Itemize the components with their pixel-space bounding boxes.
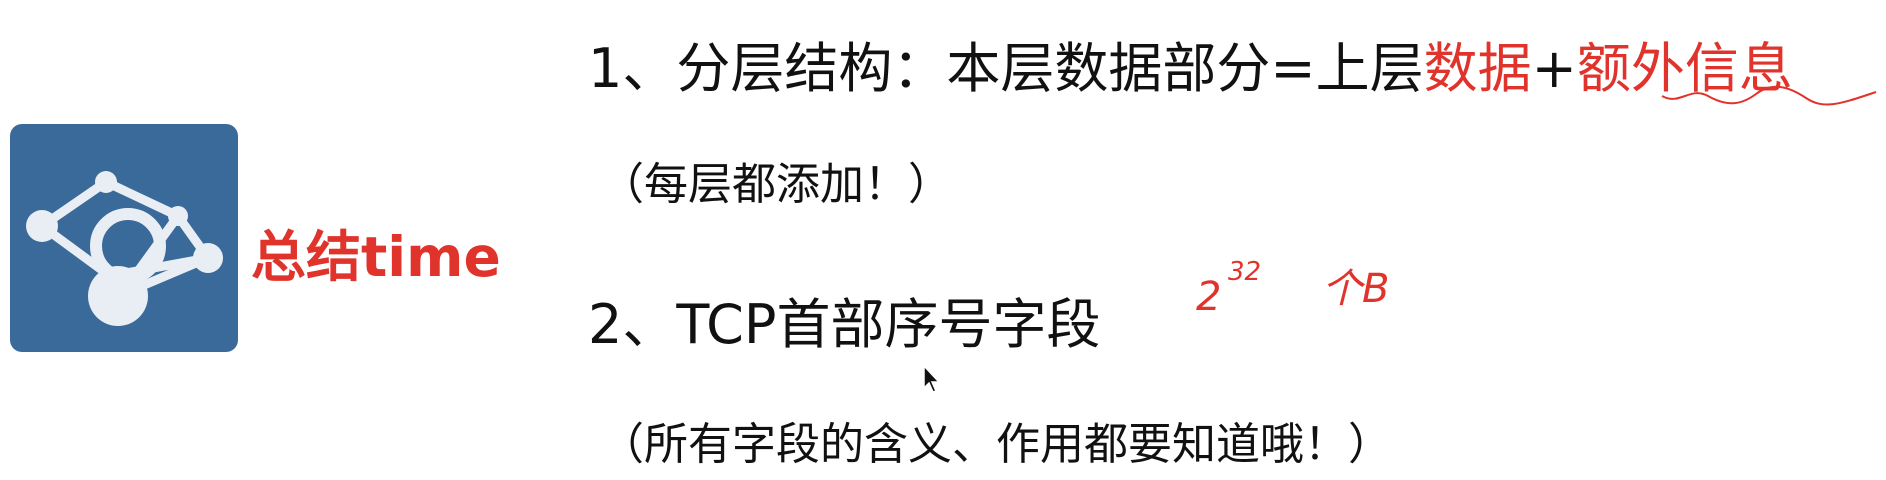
point-1-text: 分层结构：本层数据部分=上层 bbox=[676, 37, 1424, 100]
summary-title: 总结time bbox=[251, 225, 501, 289]
point-2-number: 2、 bbox=[588, 293, 677, 356]
network-graph-icon bbox=[26, 171, 223, 326]
annotation-base: 2 bbox=[1196, 274, 1221, 320]
mouse-cursor-icon bbox=[923, 364, 941, 393]
point-1-plus: + bbox=[1531, 37, 1577, 100]
point-1-heading: 1、分层结构：本层数据部分=上层数据+额外信息 bbox=[588, 24, 1793, 103]
point-2-heading: 2、TCP首部序号字段 bbox=[588, 280, 1100, 359]
point-1-note: （每层都添加！） bbox=[600, 159, 952, 210]
point-1-number: 1、 bbox=[588, 37, 677, 100]
logo bbox=[10, 124, 238, 352]
handwritten-annotation: 2 32 个B bbox=[1196, 257, 1389, 320]
annotation-unit: 个B bbox=[1322, 266, 1389, 312]
point-1-highlight-data: 数据 bbox=[1423, 37, 1532, 100]
handwritten-underline bbox=[1661, 85, 1877, 106]
point-2-text: TCP首部序号字段 bbox=[676, 293, 1101, 356]
annotation-exponent: 32 bbox=[1228, 257, 1261, 287]
point-2-note: （所有字段的含义、作用都要知道哦！） bbox=[600, 419, 1392, 470]
